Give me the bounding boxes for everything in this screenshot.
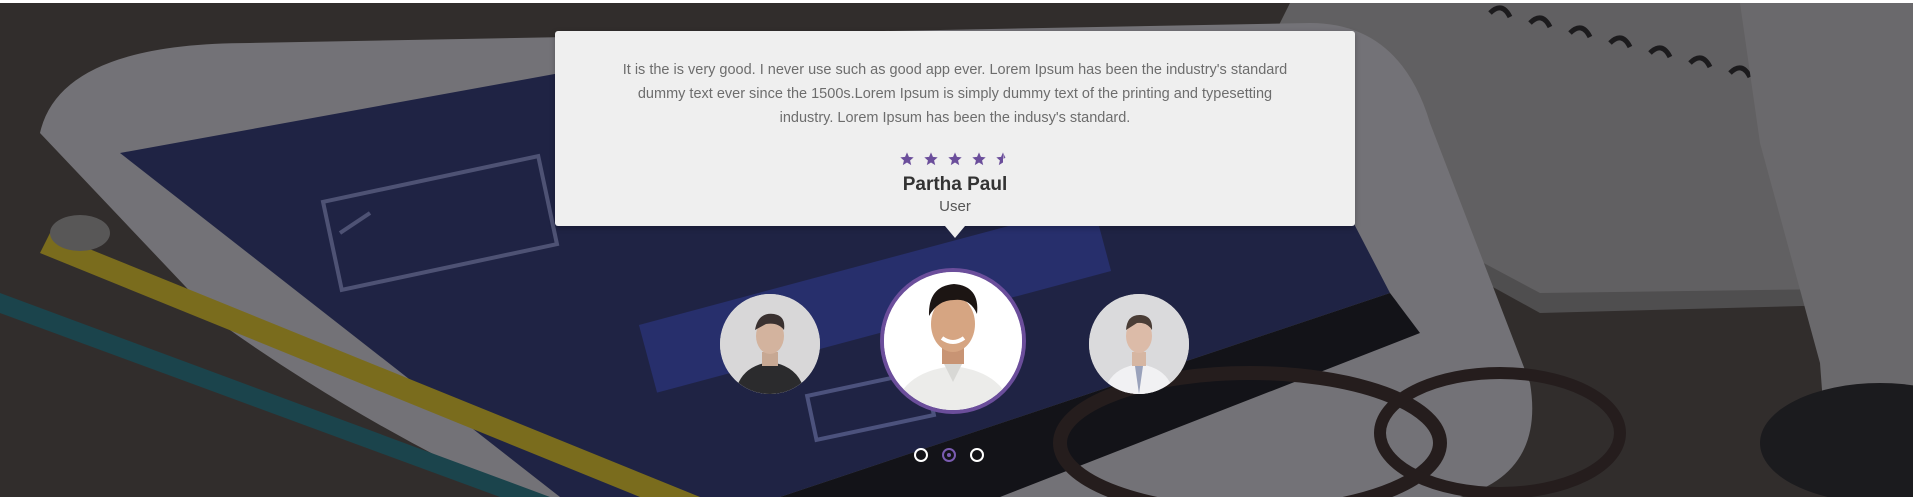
star-icon: [948, 152, 962, 166]
reviewer-name: Partha Paul: [902, 174, 1008, 195]
carousel-dot-1[interactable]: [914, 448, 928, 462]
star-icon: [924, 152, 938, 166]
star-icon: [900, 152, 914, 166]
testimonial-quote: It is the is very good. I never use such…: [622, 62, 1288, 126]
star-icon: [972, 152, 986, 166]
person-photo: [1089, 294, 1189, 394]
reviewer-role: User: [939, 198, 971, 215]
person-photo: [884, 272, 1022, 410]
testimonial-card: It is the is very good. I never use such…: [555, 31, 1355, 226]
person-photo: [720, 294, 820, 394]
card-pointer: [945, 226, 965, 238]
avatar-active[interactable]: [880, 268, 1026, 414]
carousel-dot-3[interactable]: [970, 448, 984, 462]
rating-stars: [555, 151, 1355, 171]
carousel-dot-2[interactable]: [942, 448, 956, 462]
half-star-icon: [996, 152, 1006, 166]
avatar-previous[interactable]: [720, 294, 820, 394]
avatar-next[interactable]: [1089, 294, 1189, 394]
